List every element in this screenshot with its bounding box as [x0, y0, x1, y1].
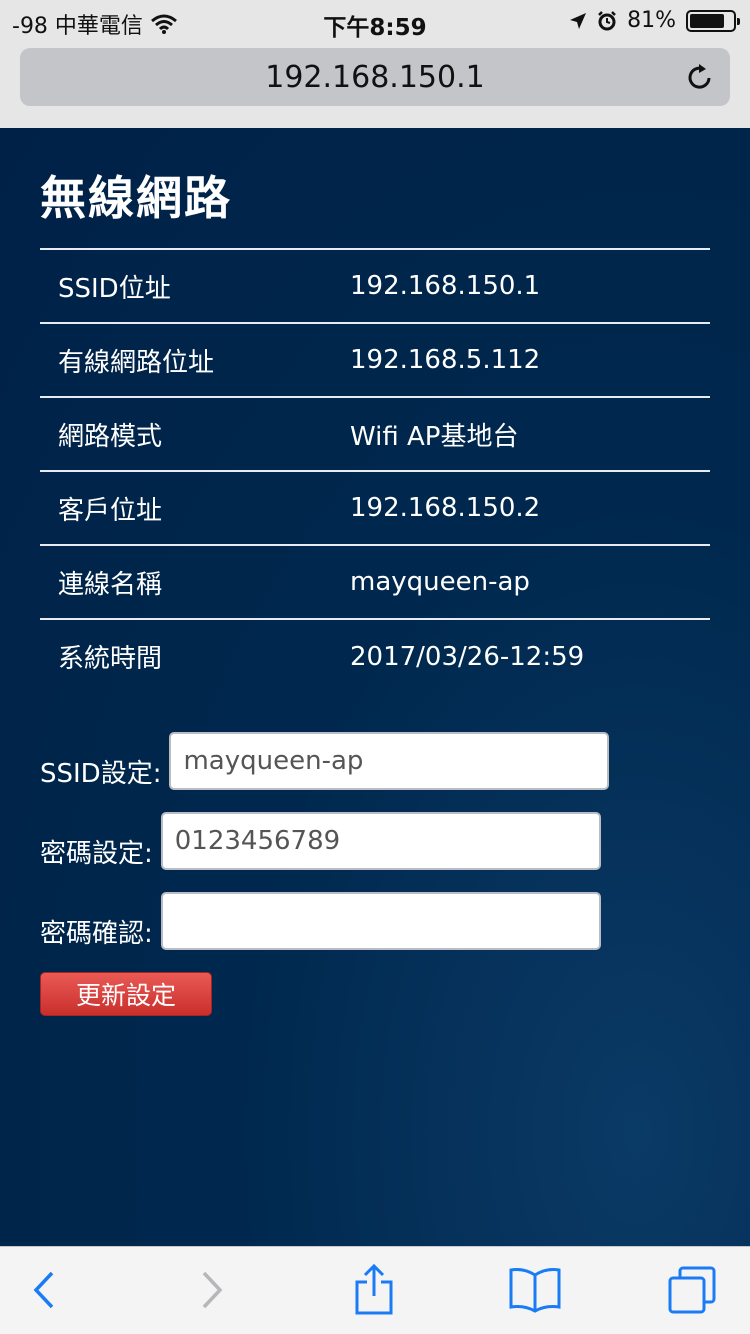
forward-icon: [200, 1270, 224, 1314]
row-label: 系統時間: [40, 618, 332, 693]
row-label: SSID位址: [40, 248, 332, 323]
row-value: 192.168.5.112: [332, 322, 710, 397]
battery-percent: 81%: [627, 8, 676, 33]
row-value: 192.168.150.2: [332, 470, 710, 545]
password-label: 密碼設定:: [40, 838, 153, 869]
status-bar: -98 中華電信 下午8:59 81%: [0, 0, 750, 41]
password-input[interactable]: [160, 812, 601, 870]
row-label: 有線網路位址: [40, 322, 332, 397]
browser-toolbar: [0, 1246, 750, 1334]
table-row: 客戶位址 192.168.150.2: [40, 470, 710, 545]
share-button[interactable]: [346, 1263, 402, 1320]
back-button[interactable]: [16, 1267, 72, 1317]
page-title: 無線網路: [40, 171, 232, 225]
address-bar[interactable]: 192.168.150.1: [20, 48, 730, 106]
reload-icon[interactable]: [684, 61, 716, 93]
table-row: 有線網路位址 192.168.5.112: [40, 322, 710, 397]
row-label: 網路模式: [40, 396, 332, 471]
url-text[interactable]: 192.168.150.1: [265, 60, 484, 95]
table-row: SSID位址 192.168.150.1: [40, 248, 710, 323]
row-label: 客戶位址: [40, 470, 332, 545]
tabs-button[interactable]: [664, 1265, 720, 1319]
battery-level-fill: [690, 13, 724, 28]
back-icon: [32, 1270, 56, 1314]
confirm-password-input[interactable]: [160, 892, 601, 950]
bookmarks-icon: [508, 1267, 562, 1317]
battery-icon: [686, 9, 740, 32]
table-row: 網路模式 Wifi AP基地台: [40, 396, 710, 471]
confirm-password-label: 密碼確認:: [40, 918, 153, 949]
alarm-clock-icon: [597, 10, 617, 31]
update-settings-button[interactable]: 更新設定: [40, 972, 212, 1016]
row-label: 連線名稱: [40, 544, 332, 619]
battery-tip: [737, 17, 740, 25]
info-table: SSID位址 192.168.150.1 有線網路位址 192.168.5.11…: [40, 248, 710, 693]
row-value: Wifi AP基地台: [332, 396, 710, 471]
password-form-row: 密碼設定:: [40, 812, 601, 870]
page-content: 無線網路 SSID位址 192.168.150.1 有線網路位址 192.168…: [0, 128, 750, 1246]
row-value: mayqueen-ap: [332, 544, 710, 619]
row-value: 192.168.150.1: [332, 248, 710, 323]
table-row: 系統時間 2017/03/26-12:59: [40, 618, 710, 693]
status-right: 81%: [569, 8, 740, 33]
ssid-label: SSID設定:: [40, 758, 162, 789]
location-arrow-icon: [569, 12, 587, 30]
table-row: 連線名稱 mayqueen-ap: [40, 544, 710, 619]
ssid-input[interactable]: [169, 732, 610, 790]
confirm-form-row: 密碼確認:: [40, 892, 601, 950]
share-icon: [354, 1263, 394, 1320]
tabs-icon: [666, 1265, 718, 1319]
browser-top-chrome: -98 中華電信 下午8:59 81% 192.168.150.1: [0, 0, 750, 128]
ssid-form-row: SSID設定:: [40, 732, 610, 790]
bookmarks-button[interactable]: [507, 1267, 563, 1317]
row-value: 2017/03/26-12:59: [332, 618, 710, 693]
forward-button[interactable]: [184, 1267, 240, 1317]
